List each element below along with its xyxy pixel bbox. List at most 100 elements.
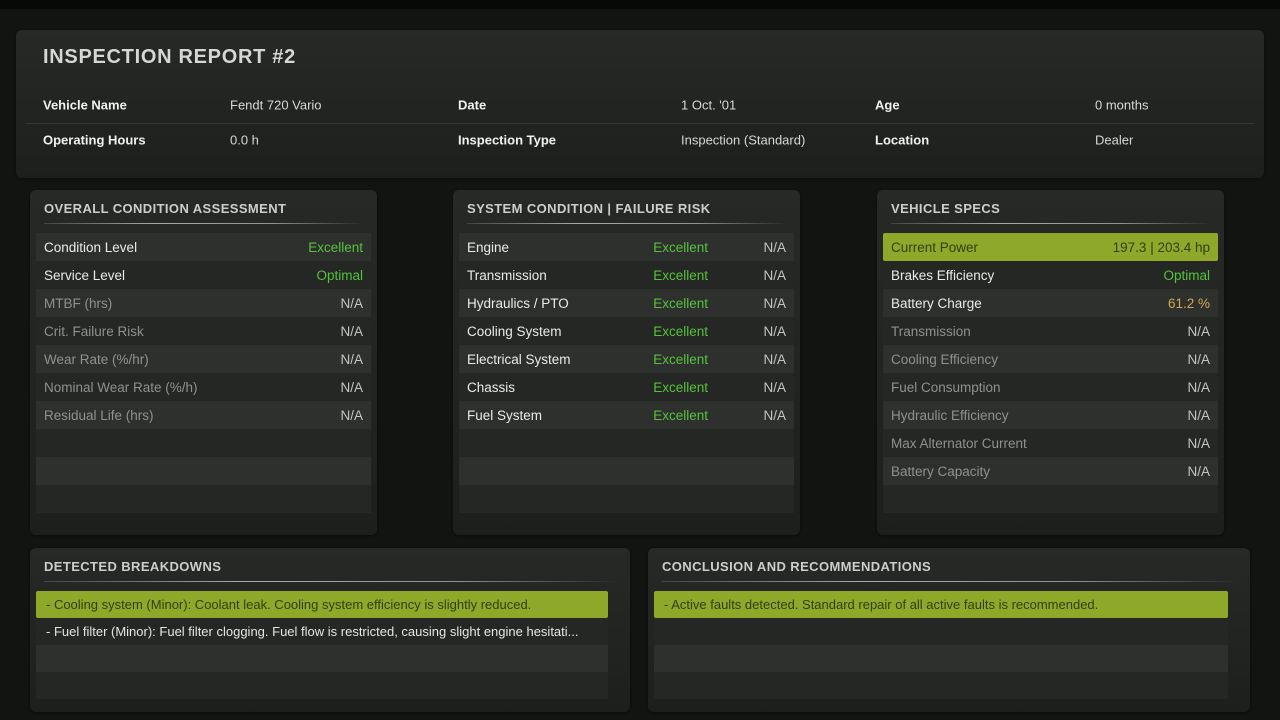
risk-value: N/A [708,380,786,395]
breakdowns-list: - Cooling system (Minor): Coolant leak. … [36,591,608,699]
info-label-date: Date [458,98,486,113]
condition-value: Excellent [618,380,708,395]
stat-row[interactable]: Service LevelOptimal [36,261,371,289]
title-divider [44,223,363,224]
row-label: Transmission [891,324,1187,339]
info-value-location: Dealer [1095,133,1133,148]
empty-row [36,645,608,672]
risk-value: N/A [708,324,786,339]
row-label: Engine [467,240,618,255]
spec-row[interactable]: Cooling EfficiencyN/A [883,345,1218,373]
system-row[interactable]: Fuel SystemExcellentN/A [459,401,794,429]
info-value-inspection-type: Inspection (Standard) [681,133,805,148]
spec-row[interactable]: Brakes EfficiencyOptimal [883,261,1218,289]
title-divider [891,223,1210,224]
row-label: Transmission [467,268,618,283]
spec-row[interactable]: TransmissionN/A [883,317,1218,345]
row-label: Service Level [44,268,316,283]
report-header-panel: INSPECTION REPORT #2 Vehicle Name Fendt … [16,30,1264,178]
condition-value: Excellent [618,268,708,283]
condition-value: Excellent [618,296,708,311]
row-label: Residual Life (hrs) [44,408,340,423]
info-label-location: Location [875,133,929,148]
title-divider [662,581,1236,582]
row-label: Fuel System [467,408,618,423]
stat-row[interactable]: Residual Life (hrs)N/A [36,401,371,429]
system-row[interactable]: Hydraulics / PTOExcellentN/A [459,289,794,317]
system-condition-panel: SYSTEM CONDITION | FAILURE RISK EngineEx… [453,190,800,535]
empty-row [36,485,371,513]
breakdown-item[interactable]: - Fuel filter (Minor): Fuel filter clogg… [36,618,608,645]
system-row[interactable]: ChassisExcellentN/A [459,373,794,401]
row-value: N/A [1187,436,1210,451]
row-value: N/A [1187,380,1210,395]
stat-row[interactable]: Condition LevelExcellent [36,233,371,261]
spec-row[interactable]: Battery CapacityN/A [883,457,1218,485]
conclusion-list: - Active faults detected. Standard repai… [654,591,1228,699]
empty-row [459,457,794,485]
info-value-date: 1 Oct. '01 [681,98,736,113]
system-row[interactable]: EngineExcellentN/A [459,233,794,261]
row-label: Battery Charge [891,296,1168,311]
row-label: Hydraulic Efficiency [891,408,1187,423]
system-row[interactable]: Electrical SystemExcellentN/A [459,345,794,373]
row-label: Brakes Efficiency [891,268,1163,283]
spec-row-highlighted[interactable]: Current Power197.3 | 203.4 hp [883,233,1218,261]
row-label: Crit. Failure Risk [44,324,340,339]
row-value: 197.3 | 203.4 hp [1113,240,1210,255]
vehicle-specs-panel: VEHICLE SPECS Current Power197.3 | 203.4… [877,190,1224,535]
info-label-age: Age [875,98,900,113]
panel-title: CONCLUSION AND RECOMMENDATIONS [648,548,1250,574]
empty-row [654,618,1228,645]
spec-row[interactable]: Max Alternator CurrentN/A [883,429,1218,457]
row-label: Max Alternator Current [891,436,1187,451]
row-label: MTBF (hrs) [44,296,340,311]
specs-rows: Current Power197.3 | 203.4 hp Brakes Eff… [883,233,1218,513]
row-label: Electrical System [467,352,618,367]
empty-row [883,485,1218,513]
empty-row [459,485,794,513]
header-info-row: Operating Hours 0.0 h Inspection Type In… [16,124,1264,156]
row-value: Optimal [316,268,363,283]
risk-value: N/A [708,296,786,311]
row-value: Excellent [308,240,363,255]
system-row[interactable]: Cooling SystemExcellentN/A [459,317,794,345]
spec-row[interactable]: Battery Charge61.2 % [883,289,1218,317]
panel-title: VEHICLE SPECS [877,190,1224,216]
info-value-age: 0 months [1095,98,1148,113]
system-row[interactable]: TransmissionExcellentN/A [459,261,794,289]
stat-row[interactable]: Crit. Failure RiskN/A [36,317,371,345]
row-value: N/A [1187,464,1210,479]
condition-value: Excellent [618,240,708,255]
breakdown-item-selected[interactable]: - Cooling system (Minor): Coolant leak. … [36,591,608,618]
row-value: N/A [1187,352,1210,367]
row-label: Fuel Consumption [891,380,1187,395]
header-info-row: Vehicle Name Fendt 720 Vario Date 1 Oct.… [16,89,1264,121]
stat-row[interactable]: Wear Rate (%/hr)N/A [36,345,371,373]
condition-value: Excellent [618,352,708,367]
detected-breakdowns-panel: DETECTED BREAKDOWNS - Cooling system (Mi… [30,548,630,712]
panel-title: DETECTED BREAKDOWNS [30,548,630,574]
row-label: Battery Capacity [891,464,1187,479]
report-title: INSPECTION REPORT #2 [43,46,296,69]
stat-row[interactable]: MTBF (hrs)N/A [36,289,371,317]
spec-row[interactable]: Hydraulic EfficiencyN/A [883,401,1218,429]
empty-row [36,672,608,699]
row-label: Hydraulics / PTO [467,296,618,311]
info-label-operating-hours: Operating Hours [43,133,146,148]
empty-row [459,429,794,457]
risk-value: N/A [708,240,786,255]
row-value: N/A [340,352,363,367]
row-label: Wear Rate (%/hr) [44,352,340,367]
row-value: N/A [1187,408,1210,423]
conclusion-item-selected[interactable]: - Active faults detected. Standard repai… [654,591,1228,618]
info-label-inspection-type: Inspection Type [458,133,556,148]
row-label: Cooling Efficiency [891,352,1187,367]
row-label: Chassis [467,380,618,395]
stat-row[interactable]: Nominal Wear Rate (%/h)N/A [36,373,371,401]
info-value-vehicle-name: Fendt 720 Vario [230,98,322,113]
info-value-operating-hours: 0.0 h [230,133,259,148]
risk-value: N/A [708,408,786,423]
spec-row[interactable]: Fuel ConsumptionN/A [883,373,1218,401]
row-value: N/A [1187,324,1210,339]
